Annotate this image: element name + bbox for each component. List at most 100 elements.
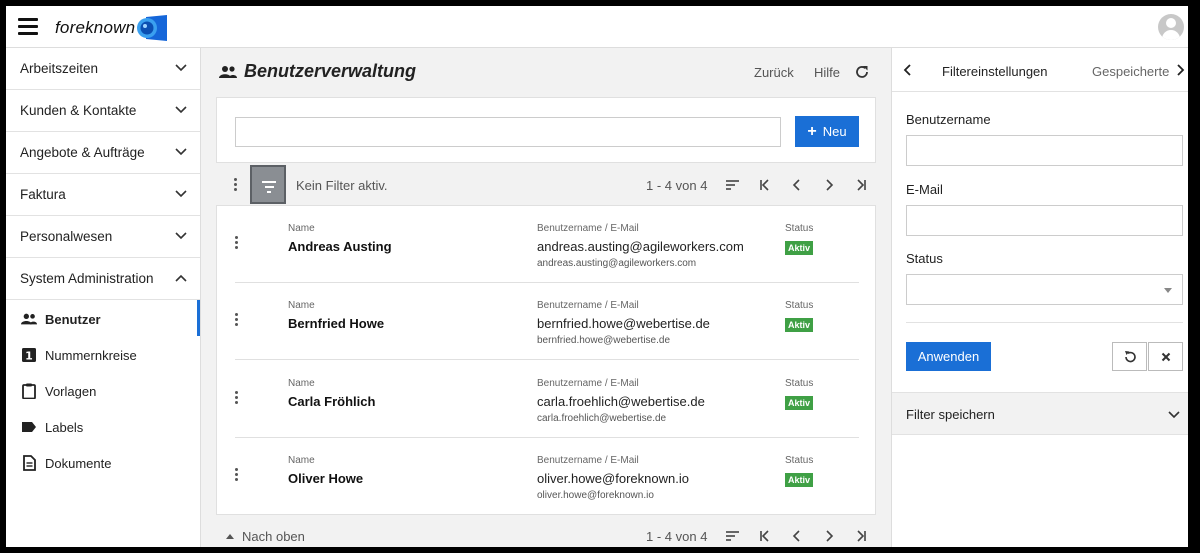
- sidebar-section-faktura[interactable]: Faktura: [6, 174, 200, 216]
- chevron-down-icon: [175, 148, 187, 156]
- status-badge: Aktiv: [785, 241, 814, 255]
- hamburger-menu-icon[interactable]: [18, 18, 38, 35]
- close-icon: [1161, 352, 1171, 362]
- status-caption: Status: [785, 300, 814, 311]
- row-options-icon[interactable]: [235, 313, 239, 327]
- sidebar: Arbeitszeiten Kunden & Kontakte Angebote…: [6, 48, 201, 547]
- name-caption: Name: [288, 300, 315, 311]
- chevron-down-icon: [175, 190, 187, 198]
- plus-icon: +: [807, 122, 817, 140]
- user-email: andreas.austing@agileworkers.com: [537, 258, 697, 269]
- status-caption: Status: [785, 378, 814, 389]
- search-card: + Neu: [216, 97, 876, 163]
- username-caption: Benutzername / E-Mail: [537, 223, 639, 234]
- bottom-bar: Nach oben 1 - 4 von 4: [216, 518, 876, 546]
- user-avatar-icon[interactable]: [1158, 14, 1184, 40]
- status-caption: Status: [785, 223, 814, 234]
- table-row[interactable]: Name Andreas Austing Benutzername / E-Ma…: [235, 206, 859, 283]
- sort-icon[interactable]: [724, 177, 740, 193]
- chevron-left-icon[interactable]: [902, 63, 914, 77]
- next-page-icon[interactable]: [821, 528, 837, 544]
- sidebar-item-label: Labels: [45, 420, 84, 435]
- sidebar-section-arbeitszeiten[interactable]: Arbeitszeiten: [6, 48, 200, 90]
- back-link[interactable]: Zurück: [754, 65, 794, 80]
- user-name: Bernfried Howe: [288, 316, 385, 331]
- user-list: Name Andreas Austing Benutzername / E-Ma…: [216, 205, 876, 515]
- username-label: Benutzername: [906, 112, 991, 127]
- pagination: 1 - 4 von 4: [216, 177, 876, 193]
- sidebar-section-label: Personalwesen: [20, 229, 113, 244]
- status-badge: Aktiv: [785, 318, 814, 332]
- sidebar-item-vorlagen[interactable]: Vorlagen: [6, 372, 200, 408]
- sidebar-section-label: System Administration: [20, 271, 154, 286]
- sidebar-item-label: Vorlagen: [45, 384, 97, 399]
- save-filter-section[interactable]: Filter speichern: [892, 392, 1188, 435]
- sidebar-item-label: Benutzer: [45, 312, 101, 327]
- sidebar-section-system-administration[interactable]: System Administration: [6, 258, 200, 300]
- status-label: Status: [906, 251, 943, 266]
- user-username: oliver.howe@foreknown.io: [537, 471, 689, 486]
- users-icon: [219, 66, 237, 78]
- previous-page-icon[interactable]: [789, 177, 805, 193]
- top-bar: foreknown: [6, 6, 1188, 48]
- tab-gespeicherte[interactable]: Gespeicherte: [1092, 64, 1172, 79]
- chevron-right-icon[interactable]: [1174, 63, 1186, 77]
- sidebar-item-benutzer[interactable]: Benutzer: [6, 300, 200, 336]
- table-row[interactable]: Name Carla Fröhlich Benutzername / E-Mai…: [235, 361, 859, 438]
- help-link[interactable]: Hilfe: [814, 65, 840, 80]
- svg-text:1: 1: [25, 350, 33, 363]
- next-page-icon[interactable]: [821, 177, 837, 193]
- number-one-icon: 1: [22, 348, 36, 363]
- email-filter-input[interactable]: [906, 205, 1183, 236]
- reset-icon: [1125, 351, 1136, 363]
- clear-filter-button[interactable]: [1148, 342, 1183, 371]
- table-row[interactable]: Name Oliver Howe Benutzername / E-Mail o…: [235, 438, 859, 515]
- reset-filter-button[interactable]: [1112, 342, 1147, 371]
- tab-filtereinstellungen[interactable]: Filtereinstellungen: [942, 64, 1048, 79]
- sidebar-item-nummernkreise[interactable]: 1 Nummernkreise: [6, 336, 200, 372]
- sidebar-section-label: Arbeitszeiten: [20, 61, 99, 76]
- sidebar-section-angebote-auftraege[interactable]: Angebote & Aufträge: [6, 132, 200, 174]
- previous-page-icon[interactable]: [789, 528, 805, 544]
- username-caption: Benutzername / E-Mail: [537, 455, 639, 466]
- list-toolbar: Kein Filter aktiv. 1 - 4 von 4: [216, 165, 876, 205]
- name-caption: Name: [288, 455, 315, 466]
- user-username: carla.froehlich@webertise.de: [537, 394, 705, 409]
- chevron-down-icon: [175, 64, 187, 72]
- chevron-up-icon: [175, 274, 187, 282]
- refresh-icon[interactable]: [854, 64, 870, 80]
- sidebar-section-kunden-kontakte[interactable]: Kunden & Kontakte: [6, 90, 200, 132]
- sort-icon[interactable]: [724, 528, 740, 544]
- brand-name: foreknown: [55, 18, 136, 37]
- bottom-pagination: 1 - 4 von 4: [216, 528, 876, 544]
- last-page-icon[interactable]: [853, 528, 869, 544]
- divider: [906, 322, 1183, 323]
- row-options-icon[interactable]: [235, 236, 239, 250]
- clipboard-icon: [22, 383, 36, 399]
- user-email: oliver.howe@foreknown.io: [537, 490, 654, 501]
- status-filter-select[interactable]: [906, 274, 1183, 305]
- apply-filter-button[interactable]: Anwenden: [906, 342, 991, 371]
- main-content: Benutzerverwaltung Zurück Hilfe + Neu Ke…: [202, 48, 890, 547]
- sidebar-item-labels[interactable]: Labels: [6, 408, 200, 444]
- user-username: bernfried.howe@webertise.de: [537, 316, 710, 331]
- row-options-icon[interactable]: [235, 391, 239, 405]
- foreknown-logo-icon: [137, 15, 167, 41]
- sidebar-section-personalwesen[interactable]: Personalwesen: [6, 216, 200, 258]
- page-title: Benutzerverwaltung: [244, 61, 417, 81]
- table-row[interactable]: Name Bernfried Howe Benutzername / E-Mai…: [235, 283, 859, 360]
- new-user-button[interactable]: + Neu: [795, 116, 859, 147]
- user-email: carla.froehlich@webertise.de: [537, 413, 667, 424]
- last-page-icon[interactable]: [853, 177, 869, 193]
- sidebar-item-dokumente[interactable]: Dokumente: [6, 444, 200, 480]
- user-username: andreas.austing@agileworkers.com: [537, 239, 744, 254]
- new-button-label: Neu: [822, 124, 847, 139]
- pagination-count: 1 - 4 von 4: [646, 178, 708, 193]
- filter-panel-tabs: Filtereinstellungen Gespeicherte: [892, 48, 1188, 92]
- first-page-icon[interactable]: [757, 528, 773, 544]
- search-input[interactable]: [235, 117, 781, 147]
- row-options-icon[interactable]: [235, 468, 239, 482]
- label-tag-icon: [22, 422, 36, 432]
- first-page-icon[interactable]: [757, 177, 773, 193]
- username-filter-input[interactable]: [906, 135, 1183, 166]
